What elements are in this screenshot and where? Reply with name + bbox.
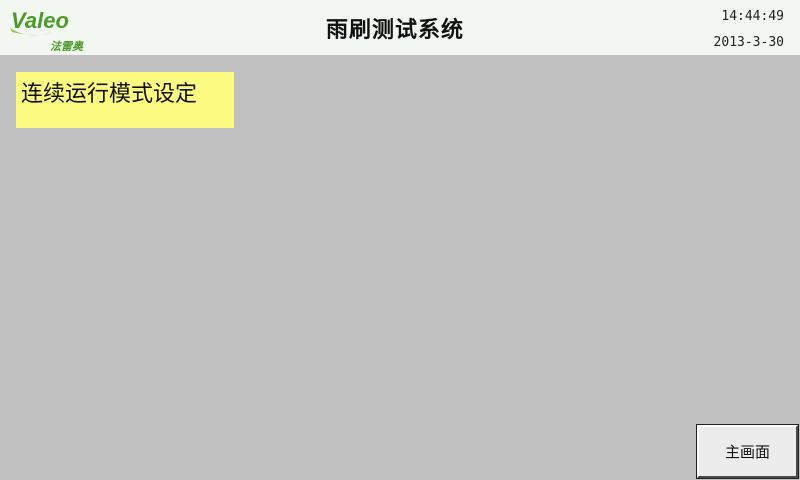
clock-time: 14:44:49 <box>721 9 784 24</box>
header-bar: Valeo 法雷奥 雨刷测试系统 14:44:49 2013-3-30 <box>0 0 800 55</box>
continuous-run-mode-panel: 连续运行模式设定 <box>16 72 234 128</box>
page-title: 雨刷测试系统 <box>325 17 464 43</box>
mode-setting-label: 连续运行模式设定 <box>21 82 198 107</box>
main-screen-button[interactable]: 主画面 <box>696 424 799 479</box>
clock-date: 2013-3-30 <box>713 35 784 50</box>
